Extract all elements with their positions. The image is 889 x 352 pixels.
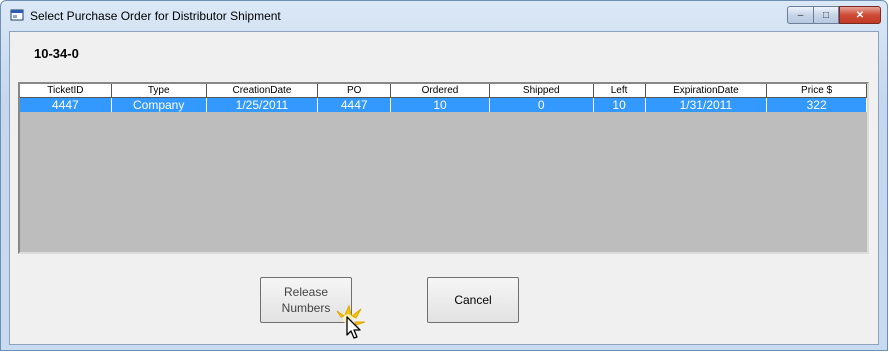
cell-po[interactable]: 4447 xyxy=(318,98,392,112)
cancel-label: Cancel xyxy=(454,293,492,307)
dialog-window: Select Purchase Order for Distributor Sh… xyxy=(0,0,888,351)
cell-creationdate[interactable]: 1/25/2011 xyxy=(206,98,319,112)
title-bar[interactable]: Select Purchase Order for Distributor Sh… xyxy=(1,1,887,31)
column-header-type[interactable]: Type xyxy=(111,84,207,98)
cell-type[interactable]: Company xyxy=(111,98,207,112)
column-header-left[interactable]: Left xyxy=(593,84,646,98)
close-button[interactable]: ✕ xyxy=(839,6,881,24)
grid-header: TicketID Type CreationDate PO Ordered Sh… xyxy=(20,84,867,98)
release-label-line2: Numbers xyxy=(281,301,331,315)
maximize-icon: □ xyxy=(822,9,830,21)
column-header-creationdate[interactable]: CreationDate xyxy=(206,84,319,98)
minimize-button[interactable]: – xyxy=(787,6,813,24)
minimize-icon: – xyxy=(797,9,804,21)
cell-shipped[interactable]: 0 xyxy=(489,98,594,112)
cell-expirationdate[interactable]: 1/31/2011 xyxy=(645,98,768,112)
purchase-order-grid[interactable]: TicketID Type CreationDate PO Ordered Sh… xyxy=(18,82,869,254)
cell-left[interactable]: 10 xyxy=(593,98,646,112)
release-numbers-label: Release Numbers xyxy=(282,284,331,316)
app-window-icon xyxy=(10,9,24,21)
maximize-button[interactable]: □ xyxy=(813,6,839,24)
cell-ticketid[interactable]: 4447 xyxy=(20,98,112,112)
cancel-button[interactable]: Cancel xyxy=(427,277,519,323)
release-label-line1: Release xyxy=(283,285,329,299)
dialog-client-area: 10-34-0 TicketID Type CreationDate PO Or… xyxy=(9,31,879,345)
column-header-price[interactable]: Price $ xyxy=(767,84,867,98)
window-title: Select Purchase Order for Distributor Sh… xyxy=(30,9,281,23)
hand-pointer-cursor-icon xyxy=(336,304,366,339)
close-icon: ✕ xyxy=(855,9,865,21)
column-header-shipped[interactable]: Shipped xyxy=(489,84,594,98)
cell-ordered[interactable]: 10 xyxy=(391,98,490,112)
column-header-ordered[interactable]: Ordered xyxy=(391,84,490,98)
column-header-ticketid[interactable]: TicketID xyxy=(20,84,112,98)
table-row[interactable]: 4447 Company 1/25/2011 4447 10 0 10 1/31… xyxy=(20,98,867,112)
column-header-po[interactable]: PO xyxy=(318,84,392,98)
caption-buttons: – □ ✕ xyxy=(787,6,881,24)
column-header-expirationdate[interactable]: ExpirationDate xyxy=(645,84,768,98)
cell-price[interactable]: 322 xyxy=(767,98,867,112)
item-code-label: 10-34-0 xyxy=(34,46,79,61)
